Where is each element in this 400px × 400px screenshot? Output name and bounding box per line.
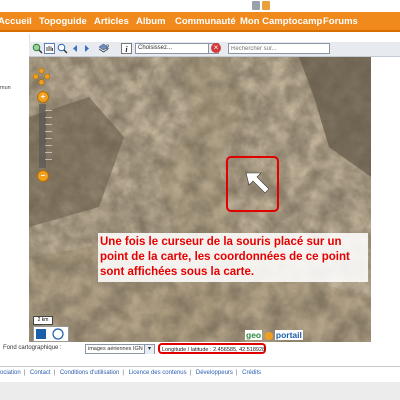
map-status-bar: Fond cartographique : images aériennes I… <box>0 342 400 356</box>
zoom-level-tick <box>45 110 52 117</box>
layer-label: Fond cartographique : <box>3 345 62 351</box>
footer-link-developpeurs[interactable]: Développeurs <box>196 370 233 376</box>
layer-select[interactable]: images aériennes IGN ▾ <box>85 344 155 354</box>
zoom-level-tick <box>45 117 52 124</box>
scale-bar: 2 km <box>33 316 53 325</box>
pan-hand-icon[interactable] <box>44 43 55 54</box>
chevron-down-icon[interactable]: ▾ <box>144 345 154 354</box>
footer-separator: | <box>23 370 26 376</box>
nav-item-album[interactable]: Album <box>136 16 166 27</box>
info-icon[interactable]: i <box>121 43 132 54</box>
footer-separator: | <box>53 370 56 376</box>
cursor-highlight-box <box>226 156 279 212</box>
zoom-level-tick <box>45 145 52 152</box>
footer-link-contact[interactable]: Contact <box>30 370 51 376</box>
zoom-slider[interactable] <box>39 104 52 168</box>
rss-icon[interactable] <box>252 1 260 10</box>
footer-divider <box>0 366 400 367</box>
footer-background <box>0 382 400 400</box>
satellite-map[interactable] <box>29 57 371 342</box>
top-strip <box>0 0 400 12</box>
coordinates-display: Longitude / latitude : 2.456585, 42.5189… <box>158 343 266 354</box>
zoom-in-button[interactable]: + <box>37 91 49 103</box>
footer-link-credits[interactable]: Crédits <box>242 370 261 376</box>
clear-icon[interactable]: × <box>211 43 221 53</box>
location-select[interactable]: Choisissez... ▾ <box>135 43 219 54</box>
zoom-in-icon[interactable] <box>57 43 68 54</box>
nav-item-communaute[interactable]: Communauté <box>175 16 236 27</box>
map-toolbar: 2 i Choisissez... ▾ × <box>29 42 400 57</box>
next-icon[interactable] <box>81 43 92 54</box>
coordinates-label: Longitude / latitude : <box>162 347 212 353</box>
geoportail-globe-icon <box>264 331 273 340</box>
main-navigation: Accueil Topoguide Articles Album Communa… <box>0 12 400 32</box>
footer-links: ociation | Contact | Conditions d'utilisat… <box>0 368 400 378</box>
location-select-value: Choisissez... <box>138 45 173 51</box>
geoportail-logo: geo portail <box>245 329 303 341</box>
search-input[interactable] <box>228 43 330 54</box>
language-icon[interactable] <box>262 1 270 10</box>
footer-separator: | <box>235 370 238 376</box>
footer-separator: | <box>122 370 124 376</box>
zoom-out-button[interactable]: − <box>37 170 49 182</box>
zoom-level-tick <box>45 159 52 166</box>
zoom-level-tick <box>45 131 52 138</box>
sidebar: mun <box>0 34 30 356</box>
footer-link-conditions[interactable]: Conditions d'utilisation <box>60 370 120 376</box>
geo-logo-text: geo <box>245 330 263 340</box>
nav-item-mon-camptocamp[interactable]: Mon Camptocamp <box>240 16 322 27</box>
zoom-box-icon[interactable] <box>32 43 43 54</box>
previous-icon[interactable] <box>70 43 81 54</box>
coordinates-value: 2.456585, 42.518928 <box>213 347 266 353</box>
footer-link-association[interactable]: ociation <box>0 370 21 376</box>
zoom-level-tick <box>45 124 52 131</box>
footer-link-licence[interactable]: Licence des contenus <box>129 370 187 376</box>
nav-item-topoguide[interactable]: Topoguide <box>39 16 87 27</box>
nav-item-forums[interactable]: Forums <box>323 16 358 27</box>
zoom-level-tick <box>45 138 52 145</box>
nav-item-articles[interactable]: Articles <box>94 16 129 27</box>
sidebar-text-fragment: mun <box>0 85 11 91</box>
layer-select-value: images aériennes IGN <box>88 346 143 352</box>
portail-logo-text: portail <box>274 330 303 340</box>
zoom-level-tick <box>45 152 52 159</box>
layers-count: 2 <box>106 45 110 51</box>
nav-item-accueil[interactable]: Accueil <box>0 16 32 27</box>
ign-logo <box>33 326 69 342</box>
aerial-imagery <box>29 57 371 342</box>
pan-control-icon[interactable] <box>33 68 50 85</box>
cursor-arrow-icon <box>245 172 270 194</box>
footer-separator: | <box>189 370 192 376</box>
annotation-callout: Une fois le curseur de la souris placé s… <box>98 233 368 282</box>
